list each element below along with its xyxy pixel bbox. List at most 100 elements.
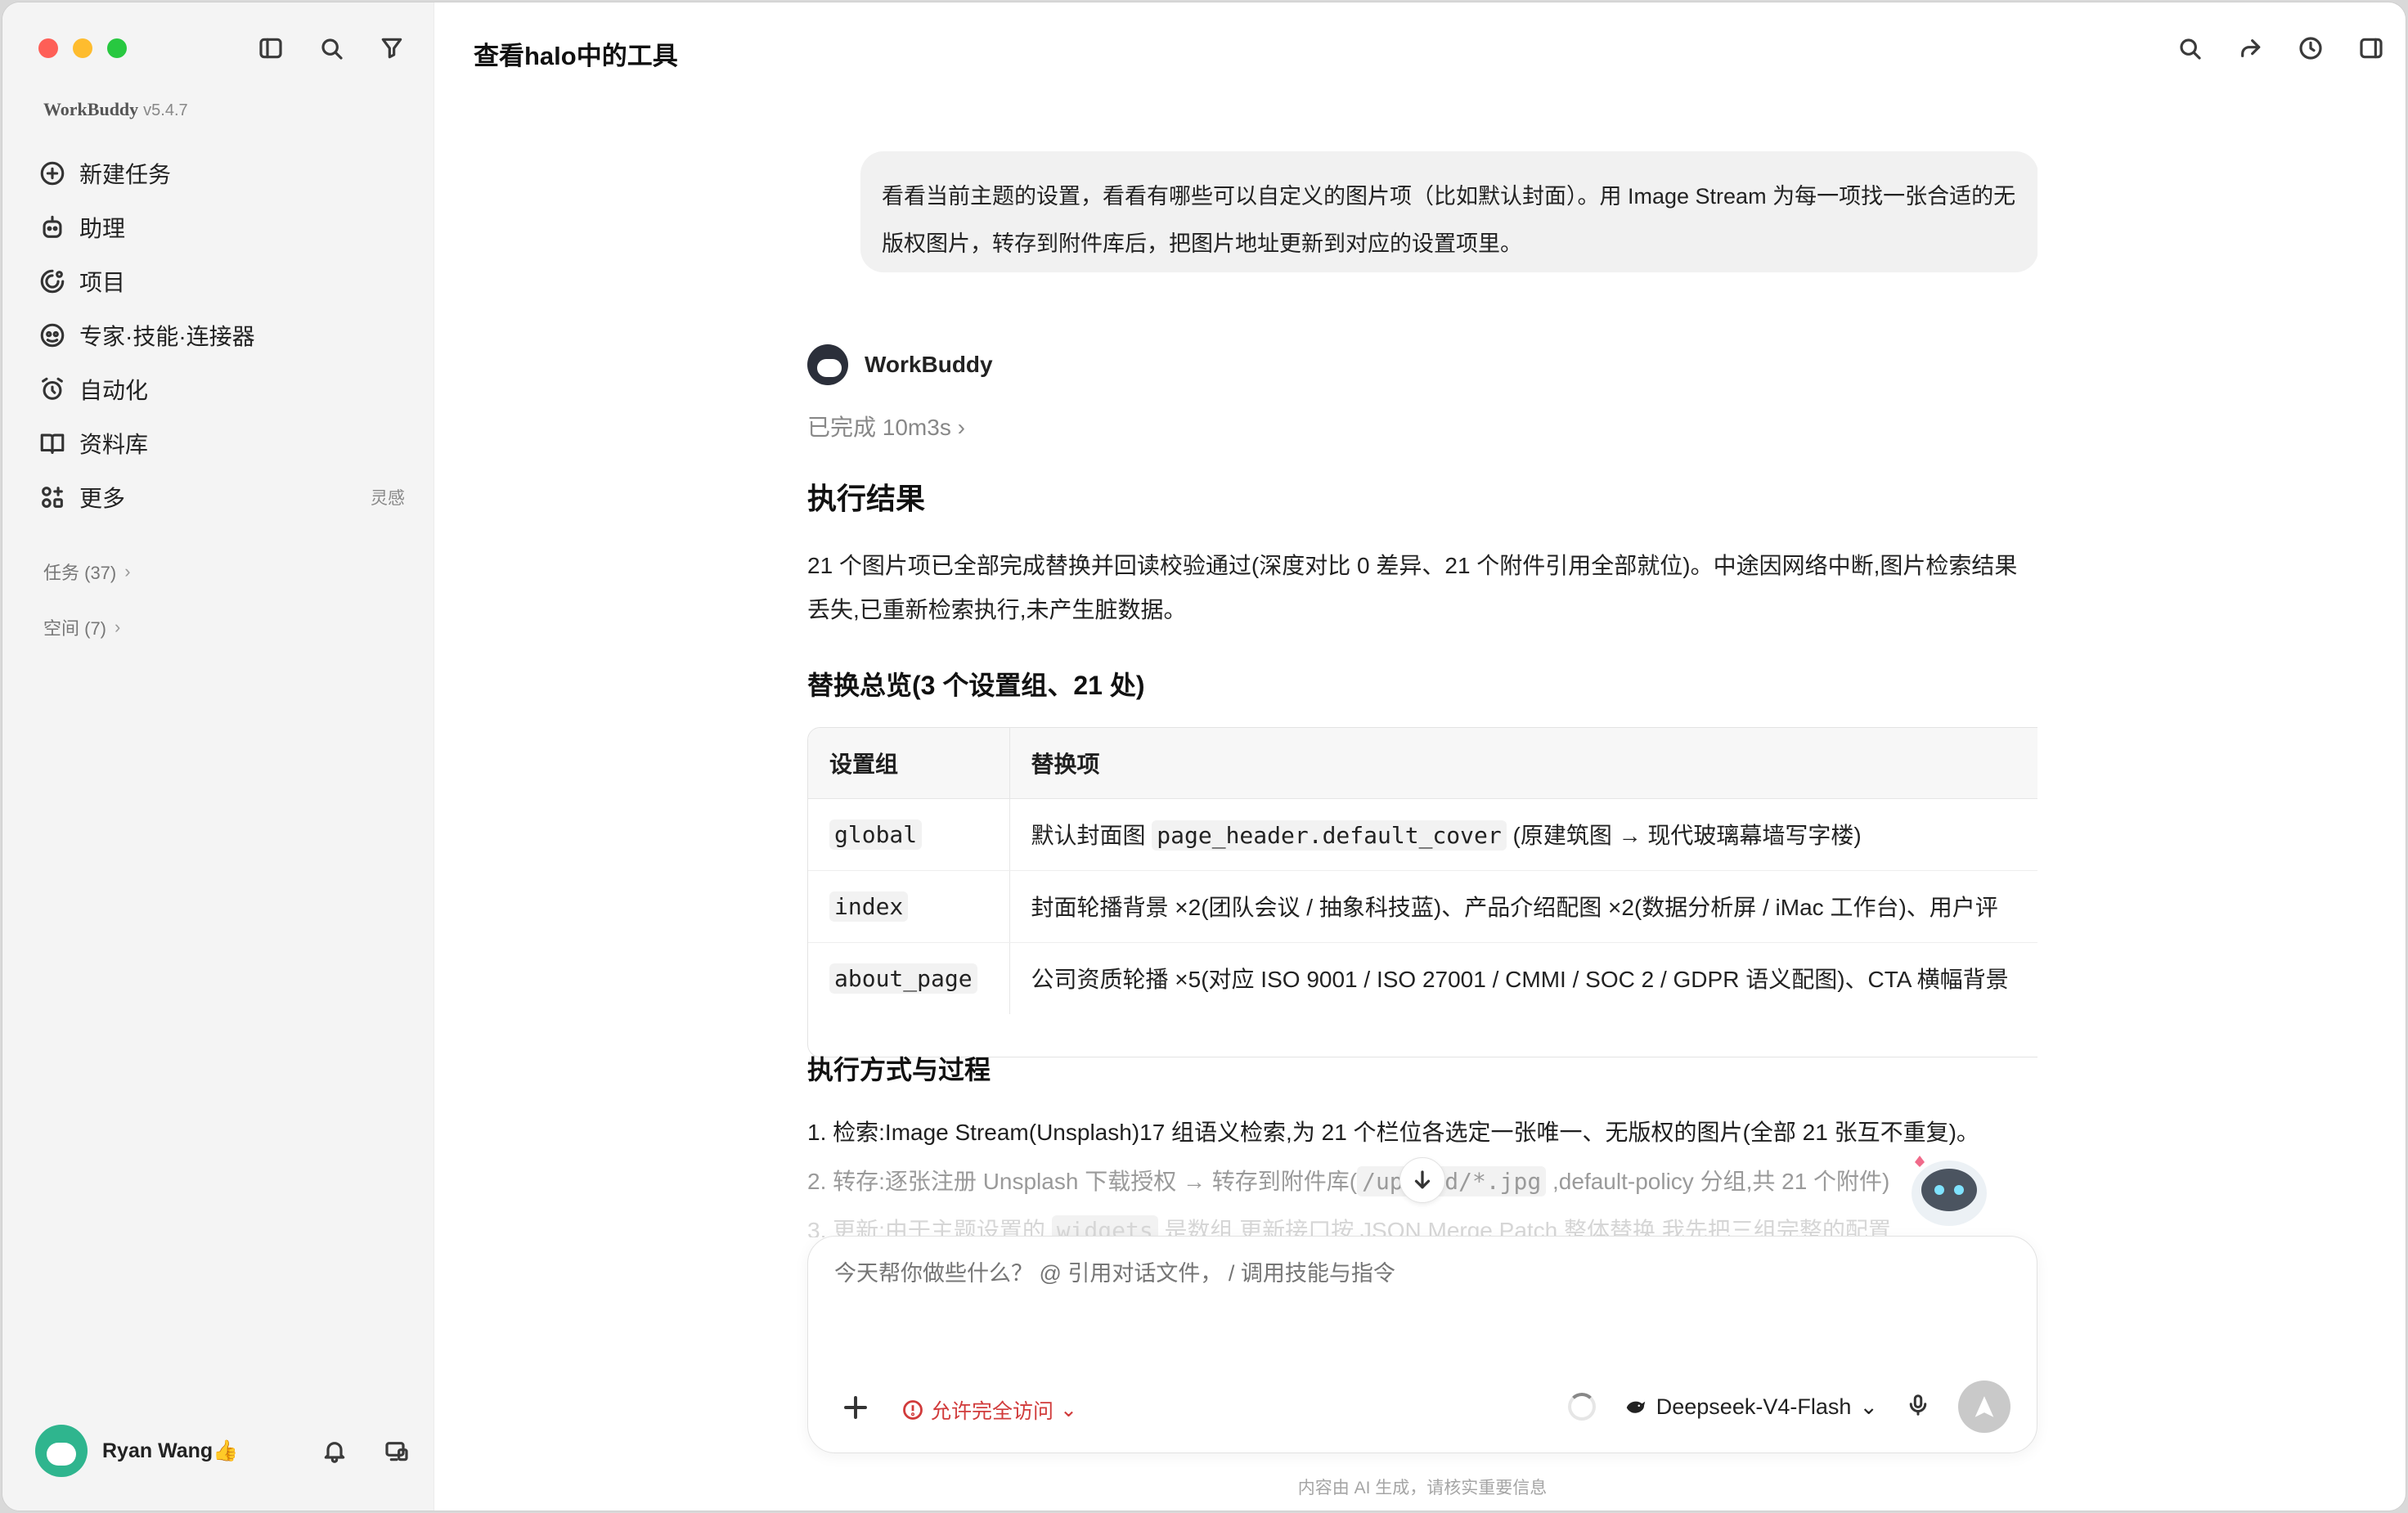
share-icon[interactable] <box>2235 34 2265 63</box>
inline-code: widgets <box>1051 1215 1158 1237</box>
project-icon <box>40 269 65 294</box>
send-icon <box>1974 1396 1994 1417</box>
minimize-window-button[interactable] <box>73 38 92 58</box>
chat-content: 看看当前主题的设置，看看有哪些可以自定义的图片项（比如默认封面）。用 Image… <box>807 2 2037 1237</box>
section-label: 空间 (7) <box>43 618 107 639</box>
user-message: 看看当前主题的设置，看看有哪些可以自定义的图片项（比如默认封面）。用 Image… <box>860 151 2037 272</box>
inline-code: global <box>829 819 923 850</box>
window-controls <box>38 38 127 58</box>
chevron-right-icon: › <box>115 617 121 637</box>
warning-icon <box>903 1399 923 1420</box>
column-header: 设置组 <box>808 728 1010 799</box>
inline-code: /upload/*.jpg <box>1357 1166 1547 1196</box>
table-cell-group: global <box>808 798 1010 871</box>
sidebar-item-label: 项目 <box>79 270 126 295</box>
model-name: Deepseek-V4-Flash <box>1656 1394 1852 1419</box>
sidebar-item-new-task[interactable]: 新建任务 <box>38 146 405 200</box>
sidebar-toolbar <box>256 34 407 63</box>
sidebar-item-label: 专家·技能·连接器 <box>79 324 255 349</box>
avatar[interactable] <box>35 1425 88 1477</box>
table-row: index 封面轮播背景 ×2(团队会议 / 抽象科技蓝)、产品介绍配图 ×2(… <box>808 870 2037 943</box>
result-paragraph: 21 个图片项已全部完成替换并回读校验通过(深度对比 0 差异、21 个附件引用… <box>807 553 2018 622</box>
chevron-right-icon: › <box>957 415 965 440</box>
arrow-down-icon <box>1414 1170 1431 1189</box>
inline-code: about_page <box>829 963 977 994</box>
ai-disclaimer: 内容由 AI 生成，请核实重要信息 <box>1297 1479 1548 1497</box>
sidebar-item-label: 自动化 <box>79 378 149 403</box>
table-row: global 默认封面图 page_header.default_cover (… <box>808 798 2037 871</box>
sidebar-item-label: 资料库 <box>79 432 149 457</box>
devices-icon[interactable] <box>382 1436 411 1466</box>
composer-right-tools: Deepseek-V4-Flash ⌄ <box>1567 1381 2010 1433</box>
inspiration-tag[interactable]: 灵感 <box>371 485 405 510</box>
status-text: 已完成 10m3s <box>807 415 951 440</box>
microphone-icon <box>1909 1394 1927 1416</box>
table-row: about_page 公司资质轮播 ×5(对应 ISO 9001 / ISO 2… <box>808 942 2037 1014</box>
sidebar-item-label: 更多 <box>79 486 126 511</box>
user-profile[interactable]: Ryan Wang👍 <box>35 1422 411 1479</box>
sidebar-item-experts[interactable]: 专家·技能·连接器 <box>38 308 405 362</box>
brand: WorkBuddy v5.4.7 <box>43 99 188 120</box>
composer: 允许完全访问 ⌄ Deepseek-V4-Flash ⌄ <box>807 1236 2037 1453</box>
column-header: 替换项 <box>1009 728 2037 799</box>
sidebar-item-automation[interactable]: 自动化 <box>38 362 405 416</box>
sidebar-toggle-icon[interactable] <box>256 34 285 63</box>
book-icon <box>40 433 65 454</box>
section-tasks[interactable]: 任务 (37) › <box>43 559 131 585</box>
bot-header: WorkBuddy <box>807 344 993 385</box>
panel-toggle-icon[interactable] <box>2356 34 2386 63</box>
cell-text: 封面轮播背景 ×2(团队会议 / 抽象科技蓝)、产品介绍配图 ×2(数据分析屏 … <box>1031 895 1998 920</box>
list-item: 1. 检索:Image Stream(Unsplash)17 组语义检索,为 2… <box>807 1108 2037 1157</box>
search-icon[interactable] <box>2175 34 2204 63</box>
scroll-to-bottom-button[interactable] <box>1399 1157 1445 1203</box>
cell-text: (原建筑图 → 现代玻璃幕墙写字楼) <box>1506 823 1862 848</box>
step-text: ,default-policy 分组,共 21 个附件) <box>1546 1169 1890 1194</box>
maximize-window-button[interactable] <box>107 38 127 58</box>
inline-code: index <box>829 891 909 922</box>
grid-icon <box>42 487 63 508</box>
inline-code: page_header.default_cover <box>1152 820 1507 851</box>
sidebar-item-library[interactable]: 资料库 <box>38 416 405 470</box>
close-window-button[interactable] <box>38 38 58 58</box>
cell-text: 默认封面图 <box>1031 823 1152 848</box>
sidebar: WorkBuddy v5.4.7 新建任务 助理 项目 专家·技能·连接器 自动化 <box>2 2 434 1511</box>
access-mode-dropdown[interactable]: 允许完全访问 ⌄ <box>901 1395 1077 1425</box>
sidebar-item-label: 新建任务 <box>79 162 172 187</box>
result-heading: 执行结果 <box>807 482 926 515</box>
bell-icon[interactable] <box>320 1436 349 1466</box>
table-header-row: 设置组 替换项 <box>808 728 2037 799</box>
plus-icon <box>844 1396 867 1419</box>
table-cell-items: 默认封面图 page_header.default_cover (原建筑图 → … <box>1009 798 2037 871</box>
brand-name: WorkBuddy <box>43 99 139 119</box>
send-button[interactable] <box>1958 1381 2010 1433</box>
history-icon[interactable] <box>2296 34 2325 63</box>
chevron-right-icon: › <box>124 561 131 581</box>
microphone-button[interactable] <box>1906 1393 1930 1421</box>
table-cell-items: 公司资质轮播 ×5(对应 ISO 9001 / ISO 27001 / CMMI… <box>1009 942 2037 1014</box>
model-selector[interactable]: Deepseek-V4-Flash ⌄ <box>1624 1394 1878 1420</box>
bot-name: WorkBuddy <box>865 352 993 377</box>
alarm-icon <box>42 377 63 400</box>
task-status[interactable]: 已完成 10m3s › <box>807 410 965 442</box>
mascot-icon[interactable] <box>1898 1143 1997 1232</box>
sidebar-item-label: 助理 <box>79 216 126 241</box>
overview-heading: 替换总览(3 个设置组、21 处) <box>807 671 1145 700</box>
sidebar-item-assistant[interactable]: 助理 <box>38 200 405 254</box>
expert-icon <box>40 323 65 348</box>
step-text: 1. 检索:Image Stream(Unsplash)17 组语义检索,为 2… <box>807 1120 1979 1145</box>
step-text: 3. 更新:由于主题设置的 <box>807 1218 1052 1237</box>
table-cell-group: index <box>808 870 1010 943</box>
search-icon[interactable] <box>317 34 346 63</box>
loading-spinner-icon <box>1567 1393 1596 1421</box>
sidebar-item-projects[interactable]: 项目 <box>38 254 405 308</box>
top-toolbar <box>2175 34 2386 63</box>
add-attachment-button[interactable] <box>841 1393 870 1426</box>
section-spaces[interactable]: 空间 (7) › <box>43 614 120 640</box>
bot-avatar <box>807 344 848 385</box>
message-input[interactable] <box>834 1261 1979 1286</box>
composer-left-tools: 允许完全访问 ⌄ <box>841 1393 1077 1426</box>
filter-icon[interactable] <box>377 34 407 63</box>
sidebar-item-more[interactable]: 更多 灵感 <box>38 470 405 524</box>
brand-version: v5.4.7 <box>143 101 188 119</box>
replacement-table: 设置组 替换项 global 默认封面图 page_header.default… <box>807 727 2037 1057</box>
